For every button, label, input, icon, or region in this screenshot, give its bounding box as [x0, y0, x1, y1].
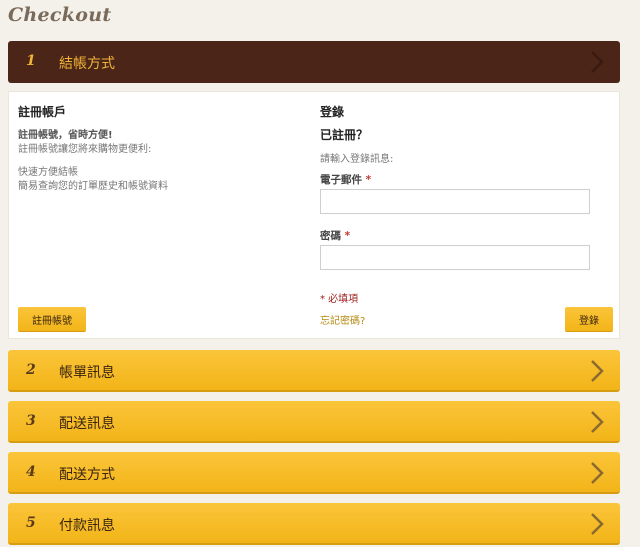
password-label: 密碼 * [320, 230, 351, 242]
step-label: 配送訊息 [59, 416, 115, 432]
register-button[interactable]: 註冊帳號 [18, 307, 86, 332]
step-label: 付款訊息 [59, 518, 115, 534]
step-number: 2 [26, 362, 36, 378]
chevron-right-icon [591, 462, 604, 484]
step-number: 3 [26, 413, 36, 429]
step-label: 帳單訊息 [59, 365, 115, 381]
step-payment-info[interactable]: 5 付款訊息 [8, 503, 620, 545]
step-number: 1 [26, 53, 36, 69]
email-label: 電子郵件 * [320, 174, 372, 186]
step-shipping-method[interactable]: 4 配送方式 [8, 452, 620, 494]
required-note: * 必填項 [320, 294, 359, 305]
email-field[interactable] [320, 189, 590, 214]
register-tagline: 註冊帳號，省時方便! [18, 130, 113, 141]
step-shipping-info[interactable]: 3 配送訊息 [8, 401, 620, 443]
required-mark: * [365, 174, 372, 186]
step-number: 4 [26, 464, 36, 480]
chevron-right-icon [591, 513, 604, 535]
login-heading: 登錄 [320, 105, 345, 119]
login-prompt: 請輸入登錄訊息: [320, 154, 394, 165]
checkout-method-panel: 註冊帳戶 註冊帳號，省時方便! 註冊帳號讓您將來購物更便利: 快速方便結帳 簡易… [8, 91, 620, 339]
step-number: 5 [26, 515, 36, 531]
benefit-item: 快速方便結帳 [18, 167, 78, 178]
benefit-item: 簡易查詢您的訂單歷史和帳號資料 [18, 181, 168, 192]
register-heading: 註冊帳戶 [18, 105, 67, 119]
step-checkout-method[interactable]: 1 結帳方式 [8, 41, 620, 83]
chevron-right-icon [591, 360, 604, 382]
login-subheading: 已註冊？ [320, 128, 369, 142]
register-description: 註冊帳號讓您將來購物更便利: [18, 144, 152, 155]
forgot-password-link[interactable]: 忘記密碼? [320, 312, 365, 327]
step-label: 配送方式 [59, 467, 115, 483]
login-button[interactable]: 登錄 [565, 307, 613, 332]
page-title: Checkout [8, 4, 112, 26]
password-field[interactable] [320, 245, 590, 270]
step-label: 結帳方式 [59, 56, 115, 72]
required-mark: * [344, 230, 351, 242]
chevron-right-icon [591, 411, 604, 433]
chevron-right-icon [591, 51, 604, 73]
step-billing-info[interactable]: 2 帳單訊息 [8, 350, 620, 392]
